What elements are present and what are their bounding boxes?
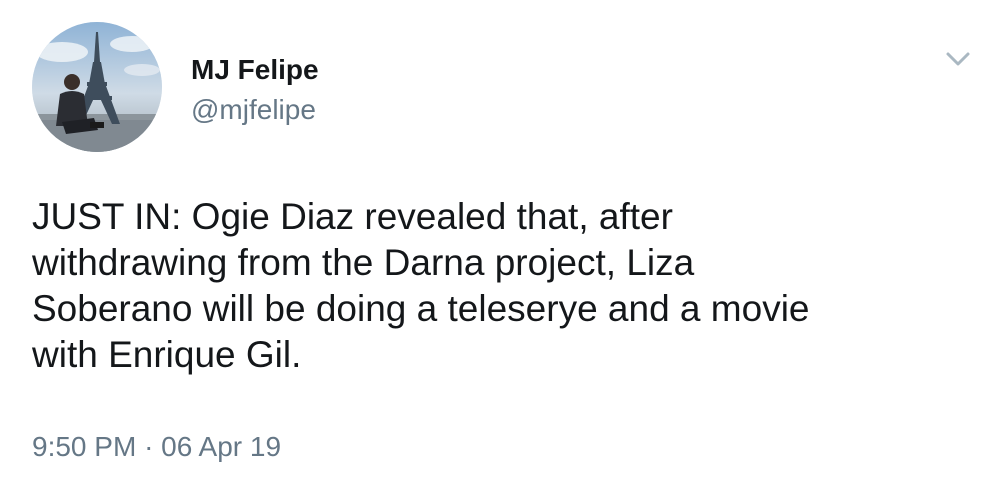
tweet-text: JUST IN: Ogie Diaz revealed that, after … xyxy=(32,196,810,375)
tweet-time: 9:50 PM xyxy=(32,431,137,462)
author-handle[interactable]: @mjfelipe xyxy=(191,93,316,127)
tweet-timestamp[interactable]: 9:50 PM · 06 Apr 19 xyxy=(32,430,281,464)
tweet-card[interactable]: MJ Felipe @mjfelipe JUST IN: Ogie Diaz r… xyxy=(0,0,1000,494)
chevron-down-icon xyxy=(946,52,970,66)
tweet-date: 06 Apr 19 xyxy=(161,431,282,462)
author-avatar[interactable] xyxy=(32,22,162,152)
tweet-menu-button[interactable] xyxy=(938,44,978,76)
author-display-name[interactable]: MJ Felipe xyxy=(191,53,319,87)
timestamp-separator: · xyxy=(144,431,154,462)
avatar-photo-icon xyxy=(32,22,162,152)
